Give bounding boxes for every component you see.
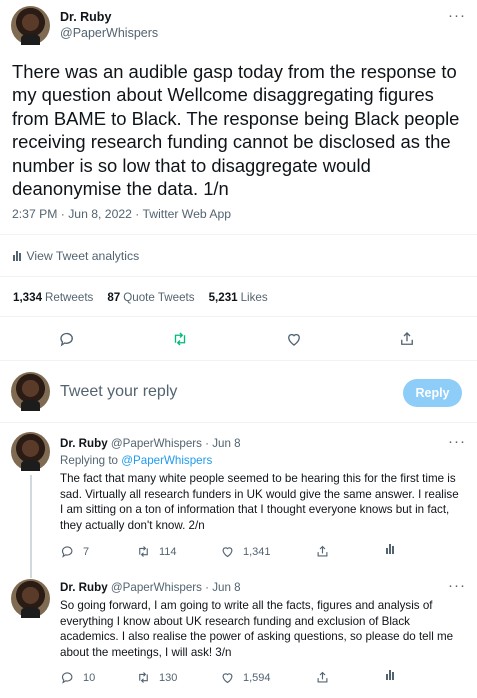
analytics-action[interactable] [386, 670, 394, 680]
replying-to: Replying to @PaperWhispers [60, 454, 213, 467]
quote-tweets-stat[interactable]: 87 Quote Tweets [107, 291, 194, 304]
tweet-timestamp[interactable]: 2:37 PM · Jun 8, 2022 · Twitter Web App [12, 207, 231, 221]
share-action[interactable] [315, 670, 330, 685]
analytics-action[interactable] [386, 544, 394, 554]
like-action[interactable]: 1,341 [220, 544, 271, 559]
analytics-label: View Tweet analytics [26, 249, 140, 263]
tweet-text: The fact that many white people seemed t… [60, 472, 459, 532]
retweets-stat[interactable]: 1,334 Retweets [13, 291, 93, 304]
share-action[interactable] [315, 544, 330, 559]
divider [0, 360, 477, 361]
divider [0, 422, 477, 423]
share-icon [317, 545, 328, 557]
retweet-action[interactable]: 114 [136, 544, 177, 559]
tweet-text: So going forward, I am going to write al… [60, 599, 454, 659]
retweet-action[interactable]: 130 [136, 670, 177, 685]
avatar [11, 372, 50, 411]
author-name[interactable]: Dr. Ruby [60, 10, 111, 24]
tweet-actions: 7 114 1,341 [60, 544, 470, 560]
reply-icon [61, 672, 73, 684]
divider [0, 316, 477, 317]
more-options-icon[interactable]: ··· [448, 434, 466, 449]
tweet-date[interactable]: · Jun 8 [205, 581, 240, 594]
reply-icon[interactable] [57, 329, 77, 349]
analytics-icon [13, 251, 21, 261]
retweet-icon [139, 546, 148, 557]
more-options-icon[interactable]: ··· [448, 8, 466, 23]
engagement-stats: 1,334 Retweets 87 Quote Tweets 5,231 Likes [13, 291, 268, 304]
analytics-icon [386, 544, 394, 554]
like-count: 1,341 [243, 545, 271, 558]
thread-line [30, 475, 32, 578]
author-name[interactable]: Dr. Ruby [60, 581, 108, 594]
like-count: 1,594 [243, 671, 271, 684]
retweet-icon[interactable] [170, 329, 190, 349]
retweet-count: 114 [159, 545, 177, 558]
author-handle[interactable]: @PaperWhispers [60, 26, 158, 40]
tweet-header: Dr. Ruby @PaperWhispers · Jun 8 [60, 581, 241, 594]
author-handle[interactable]: @PaperWhispers [111, 437, 202, 450]
more-options-icon[interactable]: ··· [448, 578, 466, 593]
like-icon[interactable] [284, 329, 304, 349]
reply-input[interactable]: Tweet your reply [60, 383, 177, 401]
like-action[interactable]: 1,594 [220, 670, 271, 685]
main-tweet-text: There was an audible gasp today from the… [12, 61, 460, 200]
reply-icon [61, 546, 73, 558]
avatar[interactable] [11, 579, 50, 618]
reply-count: 7 [83, 545, 90, 558]
avatar[interactable] [11, 6, 50, 45]
replying-to-handle[interactable]: @PaperWhispers [121, 454, 212, 467]
tweet-header: Dr. Ruby @PaperWhispers · Jun 8 [60, 437, 241, 450]
divider [0, 276, 477, 277]
divider [0, 234, 477, 235]
likes-stat[interactable]: 5,231 Likes [209, 291, 268, 304]
reply-count: 10 [83, 671, 96, 684]
main-tweet-actions [0, 329, 477, 349]
share-icon[interactable] [397, 329, 417, 349]
reply-button[interactable]: Reply [403, 379, 462, 407]
like-icon [222, 547, 233, 558]
analytics-icon [386, 670, 394, 680]
like-icon [222, 673, 233, 684]
retweet-icon [139, 672, 148, 683]
retweet-count: 130 [159, 671, 178, 684]
avatar[interactable] [11, 432, 50, 471]
view-analytics-link[interactable]: View Tweet analytics [13, 249, 139, 263]
tweet-actions: 10 130 1,594 [60, 670, 470, 686]
share-icon [317, 671, 328, 683]
reply-action[interactable]: 10 [60, 670, 95, 685]
author-handle[interactable]: @PaperWhispers [111, 581, 202, 594]
tweet-date[interactable]: · Jun 8 [205, 437, 240, 450]
reply-action[interactable]: 7 [60, 544, 89, 559]
author-name[interactable]: Dr. Ruby [60, 437, 108, 450]
